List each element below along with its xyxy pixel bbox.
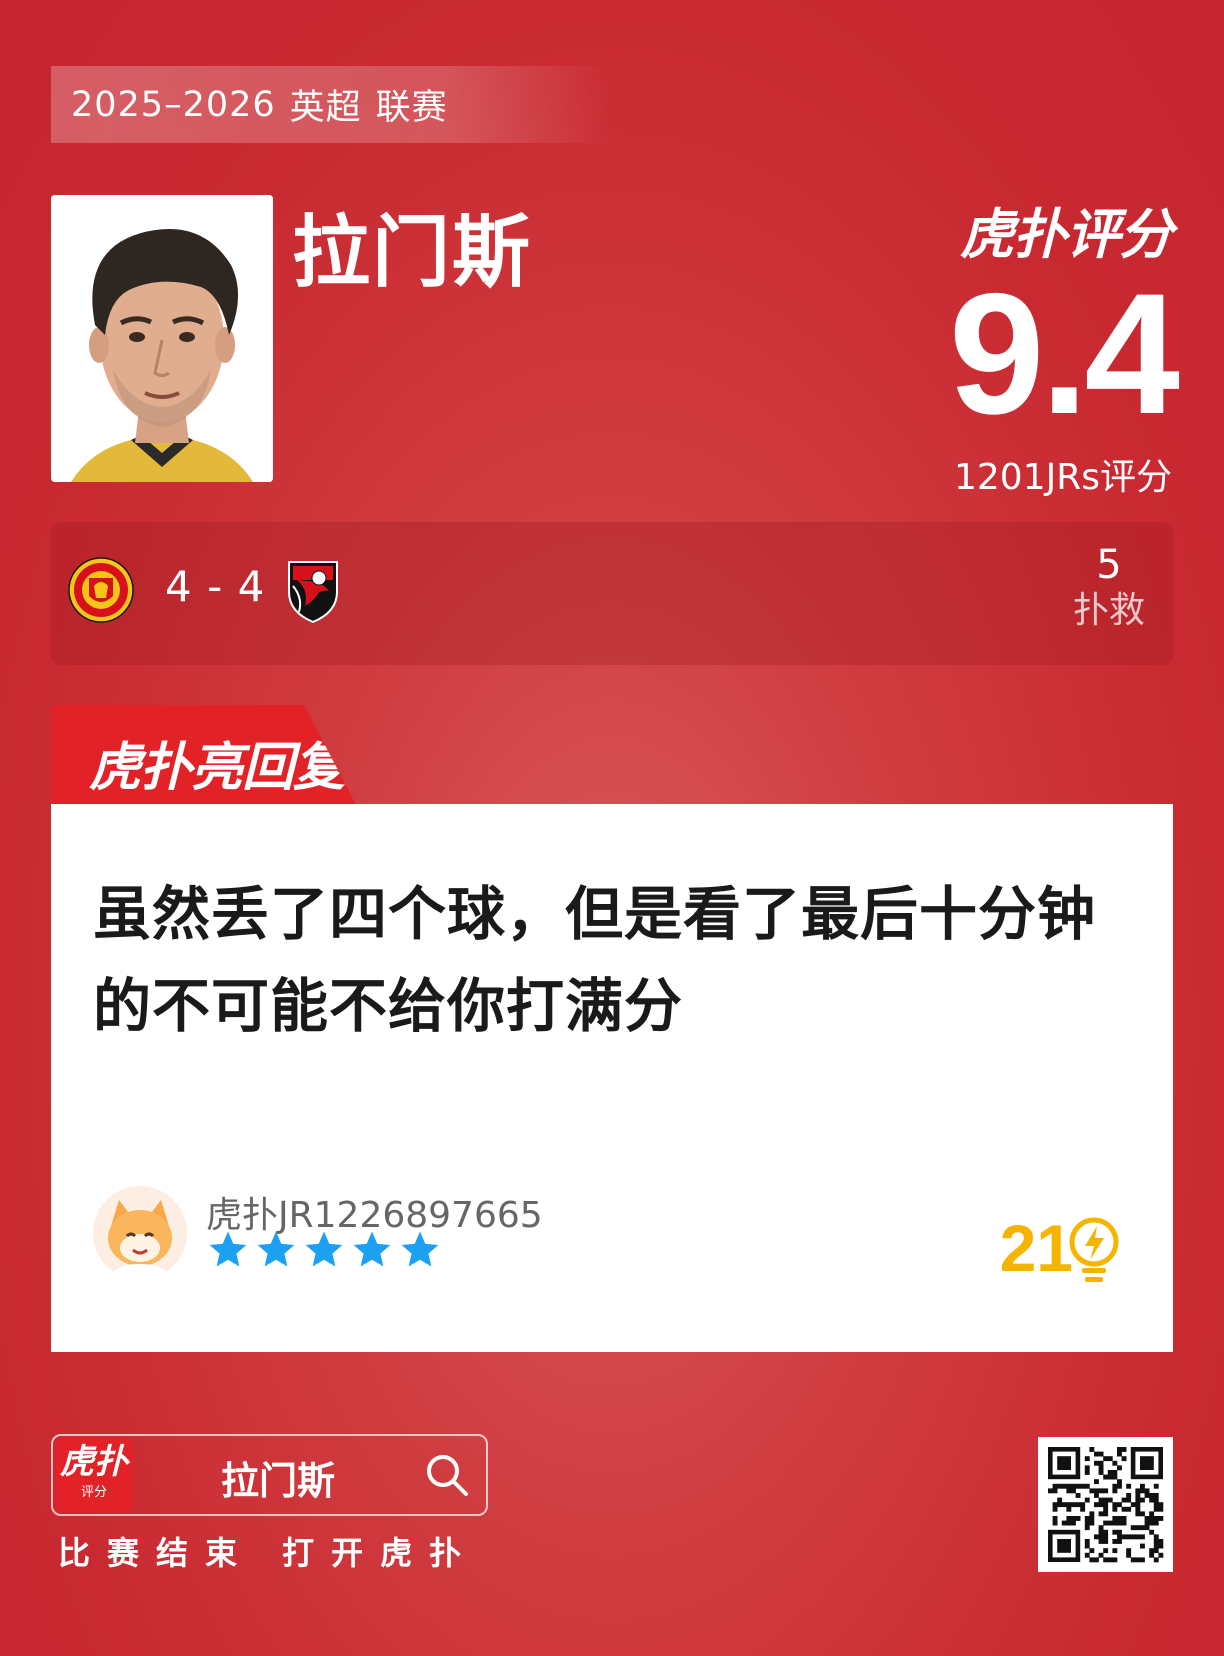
search-keyword[interactable]: 拉门斯 [221, 1450, 335, 1505]
search-box[interactable]: 虎扑 评分 拉门斯 [51, 1434, 488, 1516]
comment-text: 虽然丢了四个球，但是看了最后十分钟的不可能不给你打满分 [93, 880, 1097, 1040]
saves-value: 5 [1096, 542, 1122, 588]
season-stage: 联赛 [375, 88, 448, 128]
match-summary: 4 - 4 5 扑救 [51, 522, 1173, 665]
match-score: 4 - 4 [165, 562, 266, 611]
player-photo [51, 195, 273, 482]
qr-code[interactable] [1038, 1437, 1173, 1572]
comment-card: 虽然丢了四个球，但是看了最后十分钟的不可能不给你打满分 虎扑JR12268976… [51, 804, 1173, 1352]
star-icon [401, 1231, 439, 1267]
rating-count: 1201JRs评分 [953, 457, 1172, 498]
footer-caption: 比赛结束 打开虎扑 [58, 1534, 479, 1572]
highlight-reply-tab: 虎扑亮回复 [51, 705, 356, 805]
star-icon [305, 1231, 343, 1267]
user-avatar[interactable] [93, 1186, 187, 1280]
player-name: 拉门斯 [292, 208, 533, 298]
app-logo-main: 虎扑 [60, 1442, 128, 1482]
season-bar: 2025–2026 英超 联赛 [51, 66, 611, 143]
manchester-united-badge [67, 556, 135, 624]
season-league: 英超 [289, 88, 362, 128]
lightbulb-icon[interactable] [1067, 1216, 1121, 1286]
hupu-app-logo: 虎扑 评分 [55, 1438, 133, 1512]
like-count: 21 [999, 1211, 1073, 1285]
star-icon [257, 1231, 295, 1267]
app-logo-sub: 评分 [80, 1485, 107, 1500]
season-year: 2025–2026 [71, 84, 276, 125]
user-star-rating [206, 1228, 442, 1272]
rating-score: 9.4 [948, 258, 1180, 450]
search-icon[interactable] [424, 1452, 470, 1498]
saves-label: 扑救 [1072, 590, 1145, 631]
star-icon [353, 1231, 391, 1267]
star-icon [209, 1231, 247, 1267]
highlight-reply-label: 虎扑亮回复 [89, 738, 345, 798]
saves-stat: 5 扑救 [1073, 542, 1145, 635]
bournemouth-badge [279, 556, 347, 624]
brand-logo-text: 虎扑评分 [960, 203, 1173, 266]
